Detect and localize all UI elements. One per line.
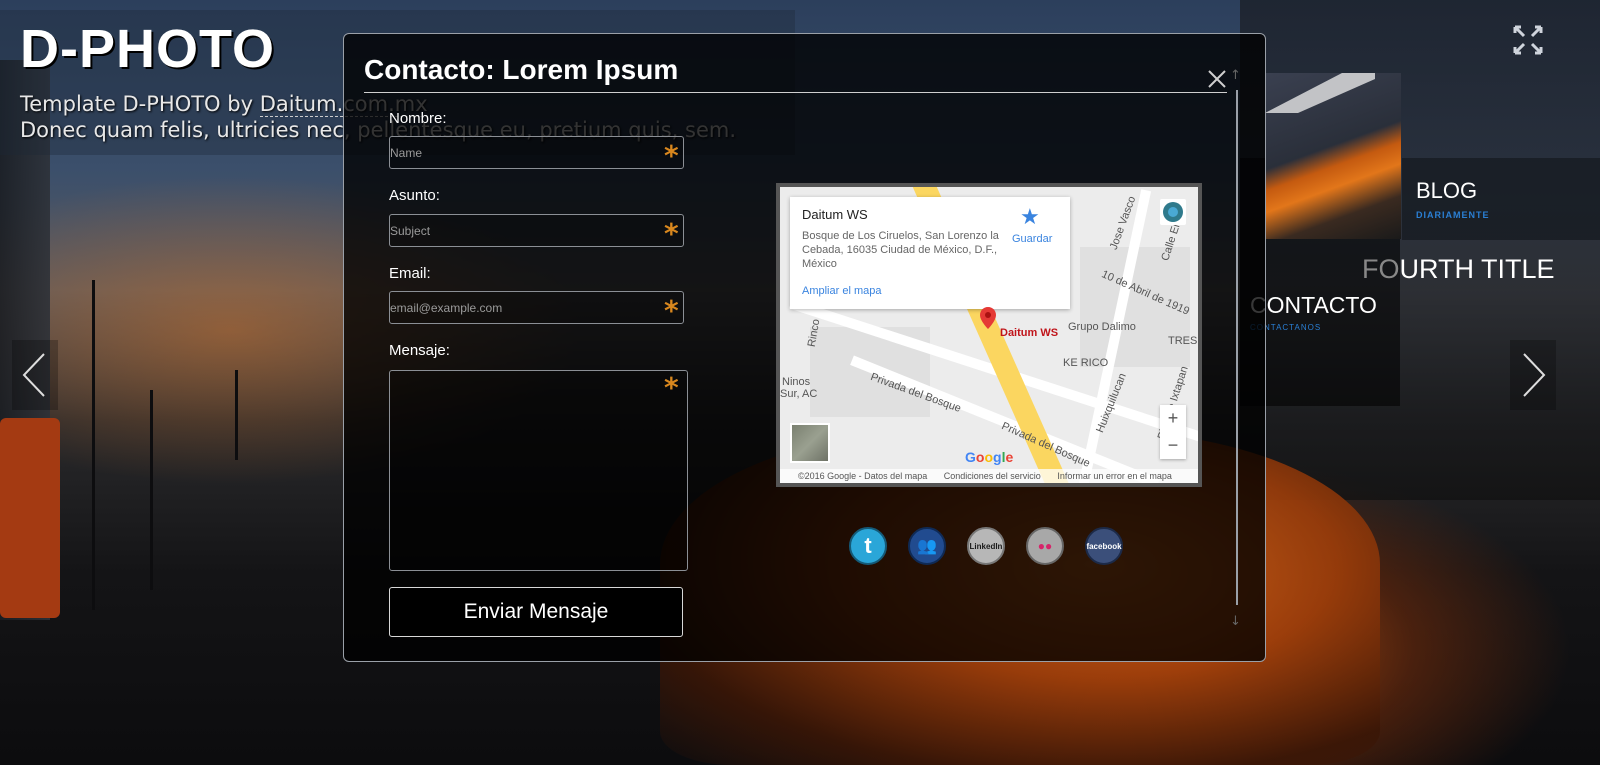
flickr-icon[interactable]: ●● <box>1026 527 1064 565</box>
subject-field[interactable] <box>389 214 684 247</box>
scrollbar[interactable] <box>1236 90 1238 605</box>
zoom-out-button[interactable]: − <box>1160 432 1186 459</box>
message-label: Mensaje: <box>389 342 450 359</box>
fourth-title-dim: FO <box>1362 254 1400 284</box>
satellite-toggle[interactable] <box>790 423 830 463</box>
background-pole <box>92 280 95 610</box>
map-label: Ninos <box>782 376 811 388</box>
background-pole <box>150 390 153 590</box>
facebook-icon[interactable]: facebook <box>1085 527 1123 565</box>
map-label: Sur, AC <box>780 388 818 400</box>
fullscreen-icon[interactable] <box>1512 24 1544 56</box>
place-name: Daitum WS <box>802 207 868 222</box>
linkedin-icon[interactable]: LinkedIn <box>967 527 1005 565</box>
name-label: Nombre: <box>389 110 447 127</box>
google-logo: Google <box>965 449 1014 465</box>
next-slide-button[interactable] <box>1510 340 1556 410</box>
map-report-link[interactable]: Informar un error en el mapa <box>1057 471 1172 481</box>
background-pole <box>235 370 238 460</box>
myspace-icon[interactable]: 👥 <box>908 527 946 565</box>
blog-thumbnail[interactable] <box>1265 73 1401 239</box>
close-button[interactable] <box>1206 68 1228 90</box>
scroll-up-icon[interactable]: ↑ <box>1230 68 1241 83</box>
email-field[interactable] <box>389 291 684 324</box>
prev-slide-button[interactable] <box>12 340 58 410</box>
place-info-card: Daitum WS Bosque de Los Ciruelos, San Lo… <box>790 197 1070 309</box>
zoom-control: + − <box>1160 405 1186 459</box>
send-message-button[interactable]: Enviar Mensaje <box>389 587 683 637</box>
map-embed[interactable]: Jose Vasco Calle Emilia 10 de Abril de 1… <box>776 183 1202 487</box>
chevron-left-icon <box>22 353 45 397</box>
name-field[interactable] <box>389 136 684 169</box>
enlarge-map-link[interactable]: Ampliar el mapa <box>802 285 881 297</box>
map-terms-link[interactable]: Condiciones del servicio <box>944 471 1041 481</box>
contact-modal: Contacto: Lorem Ipsum ↑ ↓ Nombre: * Asun… <box>343 33 1266 662</box>
fourth-title[interactable]: FOURTH TITLE <box>1362 254 1555 285</box>
map-label: Grupo Dalimo <box>1068 321 1136 333</box>
required-star-icon: * <box>664 217 679 250</box>
star-icon[interactable]: ★ <box>1020 205 1040 230</box>
chevron-right-icon <box>1523 353 1546 397</box>
map-copyright[interactable]: ©2016 Google - Datos del mapa <box>798 471 927 481</box>
map-pin-icon[interactable] <box>980 307 996 329</box>
fourth-title-rest: URTH TITLE <box>1399 254 1555 284</box>
email-label: Email: <box>389 265 431 282</box>
modal-title: Contacto: Lorem Ipsum <box>364 54 679 85</box>
message-field[interactable] <box>389 370 688 571</box>
zoom-in-button[interactable]: + <box>1160 405 1186 432</box>
subject-label: Asunto: <box>389 187 440 204</box>
required-star-icon: * <box>664 139 679 172</box>
map-label: TRES <box>1168 335 1198 347</box>
contacto-title[interactable]: CONTACTO <box>1250 292 1377 319</box>
title-divider <box>364 92 1227 93</box>
background-tank <box>0 418 60 618</box>
map-label: KE RICO <box>1063 357 1109 369</box>
blog-subtitle: DIARIAMENTE <box>1416 210 1490 220</box>
scroll-down-icon[interactable]: ↓ <box>1230 614 1241 629</box>
pin-label: Daitum WS <box>1000 327 1059 339</box>
site-title: D-PHOTO <box>20 19 276 79</box>
twitter-icon[interactable]: t <box>849 527 887 565</box>
map-footer: ©2016 Google - Datos del mapa Condicione… <box>780 469 1198 483</box>
place-address: Bosque de Los Ciruelos, San Lorenzo la C… <box>802 230 999 270</box>
blog-title[interactable]: BLOG <box>1416 178 1477 204</box>
save-place-link[interactable]: Guardar <box>1012 233 1052 245</box>
required-star-icon: * <box>664 294 679 327</box>
tagline-prefix: Template D-PHOTO by <box>20 92 260 116</box>
close-icon <box>1208 70 1226 88</box>
required-star-icon: * <box>664 371 679 404</box>
map-directions-icon[interactable] <box>1160 199 1186 225</box>
